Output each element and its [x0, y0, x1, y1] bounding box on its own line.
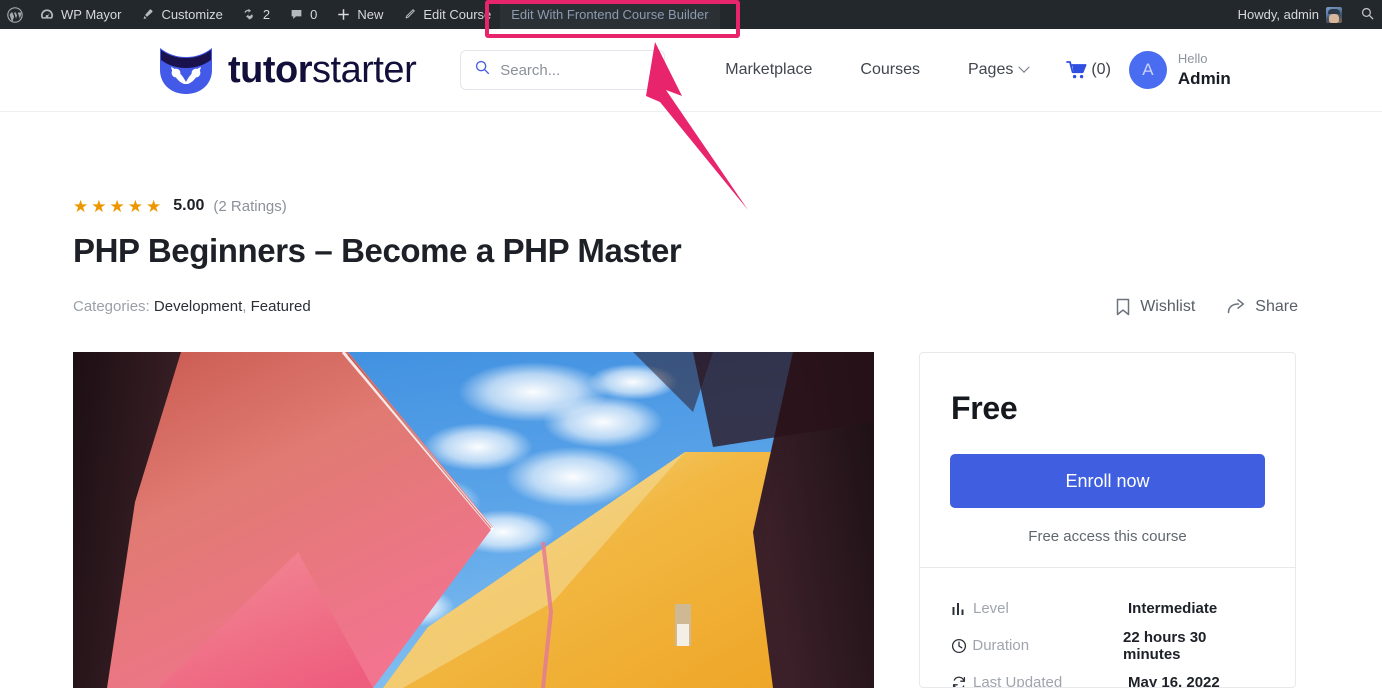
admin-bar-label: New [357, 7, 384, 22]
admin-bar-label: Customize [161, 7, 223, 22]
admin-bar-item-wp-mayor[interactable]: WP Mayor [30, 0, 130, 29]
owl-logo-icon [160, 48, 212, 94]
admin-bar-label: 2 [262, 7, 271, 22]
nav-label: Pages [967, 61, 1014, 78]
admin-bar-item-updates[interactable]: 2 [232, 0, 279, 29]
wp-admin-bar: WP Mayor Customize 2 0 New Edit Course E… [0, 0, 1382, 29]
admin-bar-wordpress-logo[interactable] [0, 0, 30, 29]
course-enroll-card: Free Enroll now Free access this course … [919, 352, 1296, 688]
user-greeting: Hello [1177, 51, 1208, 67]
user-avatar-icon [1326, 6, 1342, 23]
avatar: A [1128, 51, 1167, 89]
clock-icon [951, 638, 972, 654]
course-categories: Categories: Development, Featured [73, 298, 311, 315]
course-meta-row: Categories: Development, Featured Wishli… [73, 298, 1298, 316]
site-logo[interactable]: tutorstarter [158, 44, 417, 96]
nav-label: Courses [860, 61, 920, 78]
admin-bar-right-group: Howdy, admin [1228, 0, 1382, 29]
category-link-development[interactable]: Development [154, 298, 242, 315]
comments-bubble-icon [288, 7, 304, 23]
admin-bar-howdy[interactable]: Howdy, admin [1228, 6, 1352, 23]
dashboard-gauge-icon [39, 7, 55, 23]
nav-item-courses[interactable]: Courses [836, 61, 944, 79]
nav-item-pages[interactable]: Pages [944, 61, 1052, 79]
main-navigation: Marketplace Courses Pages [701, 61, 1052, 79]
admin-bar-item-edit-course[interactable]: Edit Course [392, 0, 500, 29]
course-thumbnail-image [73, 352, 874, 688]
admin-bar-label: Edit Course [423, 7, 492, 22]
site-header: tutorstarter Marketplace Courses Pages (… [0, 29, 1382, 112]
chevron-down-icon [1018, 61, 1031, 73]
admin-bar-item-edit-with-frontend-course-builder[interactable]: Edit With Frontend Course Builder [500, 0, 720, 29]
categories-label: Categories: [73, 298, 150, 316]
wishlist-label: Wishlist [1140, 297, 1196, 315]
share-arrow-icon [1227, 298, 1246, 315]
course-meta-list: Level Intermediate Duration 22 hours 30 … [920, 568, 1295, 688]
course-thumbnail [73, 352, 874, 688]
admin-bar-item-customize[interactable]: Customize [130, 0, 231, 29]
course-header: ★ ★ ★ ★ ★ 5.00 (2 Ratings) PHP Beginners… [73, 197, 1298, 316]
search-icon [1360, 6, 1375, 24]
admin-bar-label: WP Mayor [61, 7, 122, 22]
admin-bar-frontend-builder-wrap: Edit With Frontend Course Builder [500, 0, 720, 29]
pencil-edit-icon [401, 7, 417, 23]
customize-brush-icon [139, 7, 155, 23]
share-label: Share [1255, 297, 1298, 315]
meta-row-duration: Duration 22 hours 30 minutes [951, 627, 1264, 664]
user-text-block: Hello Admin [1178, 51, 1231, 89]
updates-refresh-icon [241, 7, 257, 23]
admin-bar-label: 0 [310, 7, 318, 22]
meta-label-duration: Duration [972, 637, 1030, 654]
plus-icon [335, 7, 351, 23]
free-access-note: Free access this course [1028, 528, 1187, 545]
search-input[interactable] [500, 61, 651, 79]
category-link-featured[interactable]: Featured [251, 298, 311, 315]
cart-count: (0) [1091, 61, 1111, 78]
meta-label-level: Level [973, 600, 1009, 617]
wishlist-button[interactable]: Wishlist [1115, 298, 1195, 316]
course-rating: ★ ★ ★ ★ ★ 5.00 (2 Ratings) [73, 197, 1298, 215]
nav-item-marketplace[interactable]: Marketplace [701, 61, 836, 79]
meta-value-level: Intermediate [1128, 600, 1218, 617]
page-content: ★ ★ ★ ★ ★ 5.00 (2 Ratings) PHP Beginners… [0, 113, 1382, 688]
star-icon: ★ [91, 196, 107, 216]
categories-separator: , [242, 298, 247, 316]
course-price: Free [951, 390, 1018, 426]
bookmark-icon [1115, 298, 1131, 316]
admin-bar-label: Edit With Frontend Course Builder [511, 7, 709, 22]
bar-chart-level-icon [951, 601, 973, 617]
user-name: Admin [1177, 68, 1231, 88]
wordpress-logo-icon [7, 6, 23, 23]
page-title: PHP Beginners – Become a PHP Master [73, 232, 682, 269]
meta-label-last-updated: Last Updated [973, 674, 1063, 688]
cart-button[interactable]: (0) [1066, 60, 1111, 80]
star-icon: ★ [73, 196, 89, 216]
star-rating-icons: ★ ★ ★ ★ ★ [73, 198, 161, 215]
brand-name-light: starter [312, 49, 417, 91]
rating-value: 5.00 [173, 197, 205, 214]
admin-bar-item-comments[interactable]: 0 [279, 0, 326, 29]
header-search-box[interactable] [460, 50, 666, 90]
brand-name-bold: tutor [228, 49, 313, 91]
admin-bar-howdy-label: Howdy, admin [1237, 7, 1319, 22]
star-icon: ★ [109, 196, 125, 216]
enroll-now-button[interactable]: Enroll now [950, 454, 1265, 508]
course-action-buttons: Wishlist Share [1115, 298, 1298, 316]
admin-bar-item-new[interactable]: New [326, 0, 392, 29]
nav-label: Marketplace [725, 61, 813, 78]
site-title: tutorstarter [228, 49, 417, 91]
meta-value-last-updated: May 16, 2022 [1128, 674, 1220, 688]
share-button[interactable]: Share [1227, 298, 1298, 316]
refresh-icon [951, 675, 973, 687]
admin-bar-search-button[interactable] [1352, 0, 1382, 29]
meta-value-duration: 22 hours 30 minutes [1123, 628, 1207, 663]
meta-row-last-updated: Last Updated May 16, 2022 [951, 664, 1264, 688]
star-icon: ★ [127, 196, 143, 216]
search-icon [474, 59, 491, 81]
user-menu[interactable]: A Hello Admin [1128, 51, 1231, 89]
star-icon: ★ [146, 196, 162, 216]
meta-row-level: Level Intermediate [951, 590, 1264, 627]
rating-count: (2 Ratings) [213, 197, 287, 215]
shopping-cart-icon [1066, 60, 1088, 80]
